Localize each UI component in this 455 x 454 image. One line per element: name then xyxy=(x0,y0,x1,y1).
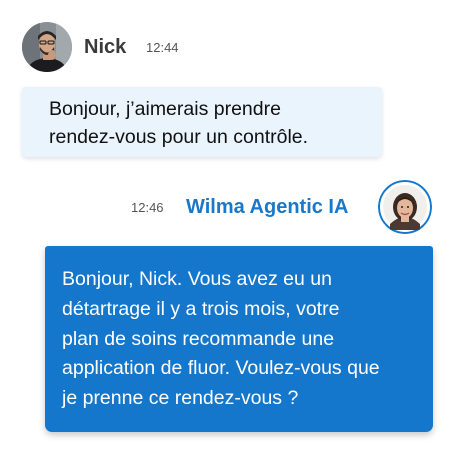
nick-name: Nick xyxy=(84,36,127,58)
nick-portrait-icon xyxy=(22,22,72,72)
assistant-avatar xyxy=(378,180,432,234)
message-line: application de fluor. Voulez-vous que xyxy=(62,357,380,380)
nick-timestamp: 12:44 xyxy=(146,40,179,55)
assistant-message-bubble: Bonjour, Nick. Vous avez eu un détartrag… xyxy=(45,246,433,432)
assistant-name: Wilma Agentic IA xyxy=(186,196,349,218)
message-line: je prenne ce rendez-vous ? xyxy=(62,387,299,410)
message-line: détartrage il y a trois mois, votre xyxy=(62,297,340,320)
assistant-portrait-icon xyxy=(378,180,432,234)
message-line: Bonjour, Nick. Vous avez eu un xyxy=(62,268,332,290)
nick-avatar xyxy=(22,22,72,72)
message-line: plan de soins recommande une xyxy=(62,327,335,350)
message-line: rendez-vous pour un contrôle. xyxy=(49,126,309,148)
message-line: Bonjour, j’aimerais prendre xyxy=(49,98,281,120)
assistant-timestamp: 12:46 xyxy=(131,200,164,215)
nick-message-bubble: Bonjour, j’aimerais prendre rendez-vous … xyxy=(22,87,382,157)
